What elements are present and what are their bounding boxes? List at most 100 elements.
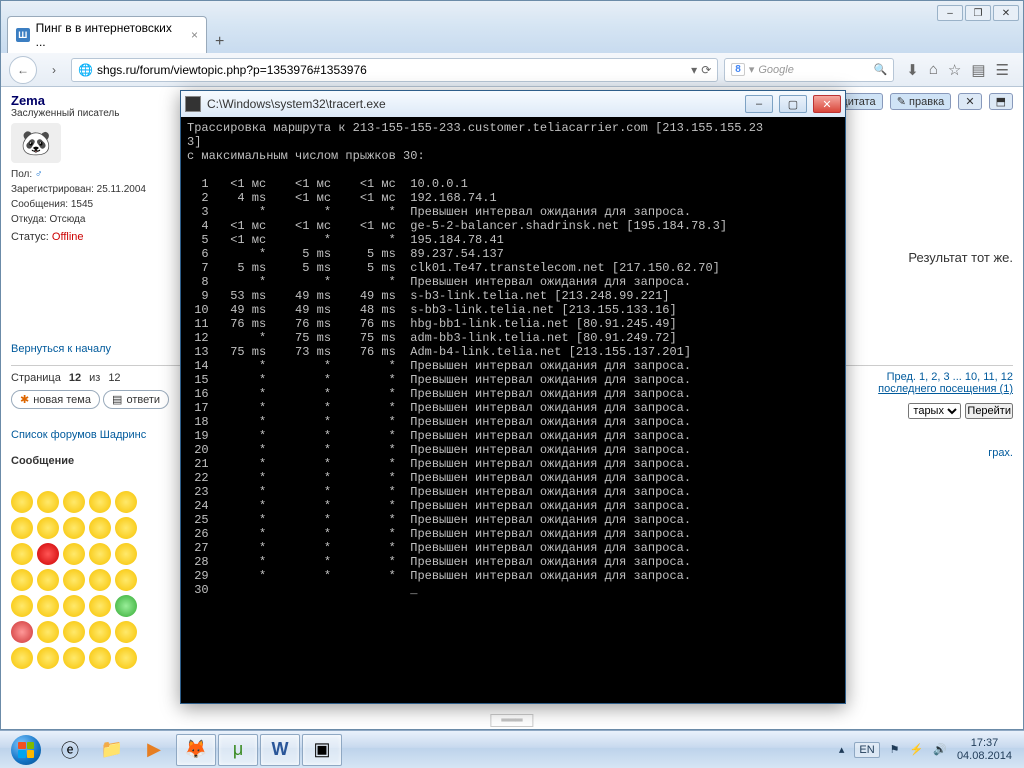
smile-icon[interactable] xyxy=(11,569,33,591)
smile-icon[interactable] xyxy=(37,647,59,669)
url-bar[interactable]: 🌐 ▾ ⟳ xyxy=(71,58,718,82)
page-links[interactable]: 1, 2, 3 ... 10, 11, 12 xyxy=(919,371,1013,383)
cmd-close-button[interactable]: ✕ xyxy=(813,95,841,113)
bookmark-icon[interactable]: ☆ xyxy=(948,61,961,79)
smile-icon[interactable] xyxy=(63,517,85,539)
from-label: Откуда: xyxy=(11,214,47,225)
browser-minimize-button[interactable]: – xyxy=(937,5,963,21)
smile-icon[interactable] xyxy=(89,621,111,643)
smile-icon[interactable] xyxy=(89,647,111,669)
smile-icon[interactable] xyxy=(37,491,59,513)
last-visit-link[interactable]: последнего посещения (1) xyxy=(878,383,1013,395)
url-input[interactable] xyxy=(97,63,687,77)
search-icon[interactable]: 🔍 xyxy=(874,63,888,76)
task-word-icon[interactable]: W xyxy=(260,734,300,766)
smile-icon[interactable] xyxy=(115,517,137,539)
bookmarks-list-icon[interactable]: ▤ xyxy=(971,61,985,79)
prev-page-link[interactable]: Пред. xyxy=(887,371,916,383)
tray-lang[interactable]: EN xyxy=(854,742,879,758)
nav-bar: ← › 🌐 ▾ ⟳ 8 ▾ Google 🔍 ⬇ ⌂ ☆ ▤ ☰ xyxy=(1,53,1023,87)
browser-close-button[interactable]: ✕ xyxy=(993,5,1019,21)
start-button[interactable] xyxy=(4,733,48,767)
gender-label: Пол: xyxy=(11,169,32,180)
smile-icon[interactable] xyxy=(37,569,59,591)
tab-active[interactable]: Ш Пинг в в интернетовских ... × xyxy=(7,16,207,53)
smile-icon[interactable] xyxy=(37,595,59,617)
task-utorrent-icon[interactable]: μ xyxy=(218,734,258,766)
cmd-titlebar[interactable]: C:\Windows\system32\tracert.exe – ▢ ✕ xyxy=(181,91,845,117)
menu-icon[interactable]: ☰ xyxy=(996,61,1009,79)
sort-select[interactable]: тарых xyxy=(908,403,961,419)
toolbar-icons: ⬇ ⌂ ☆ ▤ ☰ xyxy=(900,61,1015,79)
page-total: 12 xyxy=(108,372,120,384)
cmd-title-text: C:\Windows\system32\tracert.exe xyxy=(207,97,386,111)
page-current: 12 xyxy=(69,372,81,384)
smile-icon[interactable] xyxy=(63,595,85,617)
smile-icon[interactable] xyxy=(63,491,85,513)
smile-icon[interactable] xyxy=(63,621,85,643)
forward-button[interactable]: › xyxy=(43,59,65,81)
browser-restore-button[interactable]: ❐ xyxy=(965,5,991,21)
go-button[interactable]: Перейти xyxy=(965,403,1013,419)
smile-icon[interactable] xyxy=(11,621,33,643)
smile-icon[interactable] xyxy=(89,517,111,539)
report-button[interactable]: ⬒ xyxy=(989,93,1013,110)
cmd-minimize-button[interactable]: – xyxy=(745,95,773,113)
back-button[interactable]: ← xyxy=(9,56,37,84)
smile-icon[interactable] xyxy=(115,621,137,643)
smile-icon[interactable] xyxy=(115,491,137,513)
task-explorer-icon[interactable]: 📁 xyxy=(92,734,132,766)
tray-clock[interactable]: 17:37 04.08.2014 xyxy=(957,737,1012,762)
reg-label: Зарегистрирован: xyxy=(11,184,94,195)
tray-overflow-icon[interactable]: ▴ xyxy=(839,743,845,756)
smile-icon[interactable] xyxy=(115,595,137,617)
home-icon[interactable]: ⌂ xyxy=(929,61,938,79)
smile-icon[interactable] xyxy=(115,647,137,669)
smile-icon[interactable] xyxy=(11,647,33,669)
smile-icon[interactable] xyxy=(37,621,59,643)
cmd-output: Трассировка маршрута к 213-155-155-233.c… xyxy=(181,117,845,703)
tab-close-button[interactable]: × xyxy=(191,28,198,42)
task-cmd-icon[interactable]: ▣ xyxy=(302,734,342,766)
smile-icon[interactable] xyxy=(63,647,85,669)
smile-icon[interactable] xyxy=(89,595,111,617)
smile-icon[interactable] xyxy=(11,595,33,617)
smile-icon[interactable] xyxy=(89,491,111,513)
cmd-maximize-button[interactable]: ▢ xyxy=(779,95,807,113)
from-value: Отсюда xyxy=(49,214,85,225)
smile-icon[interactable] xyxy=(63,543,85,565)
globe-icon: 🌐 xyxy=(78,63,93,77)
new-topic-button[interactable]: ✱новая тема xyxy=(11,390,100,409)
cmd-window: C:\Windows\system32\tracert.exe – ▢ ✕ Тр… xyxy=(180,90,846,704)
delete-button[interactable]: ✕ xyxy=(958,93,981,110)
smile-icon[interactable] xyxy=(11,491,33,513)
reload-button[interactable]: ⟳ xyxy=(701,63,711,77)
status-label: Статус: xyxy=(11,231,49,243)
smile-icon[interactable] xyxy=(115,569,137,591)
search-dropdown-icon[interactable]: ▾ xyxy=(749,63,755,76)
tray-date: 04.08.2014 xyxy=(957,750,1012,763)
smile-icon[interactable] xyxy=(37,517,59,539)
horizontal-scrollbar[interactable]: ═══ xyxy=(490,714,533,727)
smile-icon[interactable] xyxy=(11,543,33,565)
task-media-icon[interactable]: ▶ xyxy=(134,734,174,766)
taskbar: ⓔ 📁 ▶ 🦊 μ W ▣ ▴ EN ⚑ ⚡ 🔊 17:37 04.08.201… xyxy=(0,730,1024,768)
reply-button[interactable]: ▤ответи xyxy=(103,390,169,409)
download-icon[interactable]: ⬇ xyxy=(906,61,919,79)
smile-icon[interactable] xyxy=(63,569,85,591)
tray-flag-icon[interactable]: ⚑ xyxy=(890,743,900,756)
tray-network-icon[interactable]: ⚡ xyxy=(910,743,924,756)
edit-button[interactable]: ✎ правка xyxy=(890,93,952,110)
task-ie-icon[interactable]: ⓔ xyxy=(50,734,90,766)
dropdown-icon[interactable]: ▾ xyxy=(691,63,697,77)
new-tab-button[interactable]: + xyxy=(207,31,232,53)
search-bar[interactable]: 8 ▾ Google 🔍 xyxy=(724,58,894,82)
smile-icon[interactable] xyxy=(89,543,111,565)
smile-icon[interactable] xyxy=(11,517,33,539)
gender-icon: ♂ xyxy=(35,169,43,180)
smile-icon[interactable] xyxy=(115,543,137,565)
task-firefox-icon[interactable]: 🦊 xyxy=(176,734,216,766)
smile-icon[interactable] xyxy=(37,543,59,565)
smile-icon[interactable] xyxy=(89,569,111,591)
tray-volume-icon[interactable]: 🔊 xyxy=(933,743,947,756)
